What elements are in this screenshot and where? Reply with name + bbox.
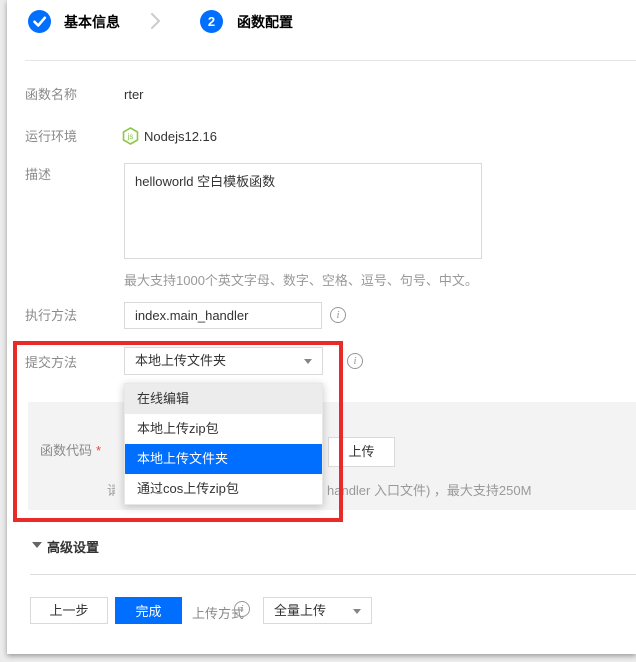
upload-mode-select[interactable]: 全量上传 bbox=[263, 597, 372, 624]
step1-label[interactable]: 基本信息 bbox=[64, 14, 120, 30]
upload-button[interactable]: 上传 bbox=[328, 437, 395, 467]
menu-item-online-edit[interactable]: 在线编辑 bbox=[125, 384, 322, 414]
nodejs-icon: js bbox=[122, 127, 139, 145]
function-name-label: 函数名称 bbox=[25, 87, 77, 102]
header-divider bbox=[25, 60, 636, 61]
footer-divider bbox=[30, 574, 636, 575]
description-textarea[interactable]: helloworld 空白模板函数 bbox=[124, 163, 482, 259]
chevron-down-icon bbox=[304, 359, 312, 364]
submit-method-label: 提交方法 bbox=[25, 355, 77, 370]
submit-method-dropdown-menu: 在线编辑 本地上传zip包 本地上传文件夹 通过cos上传zip包 bbox=[124, 383, 323, 505]
required-mark: * bbox=[96, 443, 101, 458]
upload-mode-info-icon[interactable]: i bbox=[234, 601, 250, 617]
code-hint-right-fragment: handler 入口文件) ，最大支持250M bbox=[327, 480, 531, 499]
chevron-down-icon bbox=[353, 609, 361, 614]
function-code-label: 函数代码* bbox=[40, 443, 101, 458]
step2-number-badge: 2 bbox=[200, 10, 223, 33]
handler-info-icon[interactable]: i bbox=[330, 307, 346, 323]
step2-label: 函数配置 bbox=[237, 14, 293, 30]
handler-label: 执行方法 bbox=[25, 308, 77, 323]
submit-method-value: 本地上传文件夹 bbox=[125, 348, 322, 374]
menu-item-upload-zip[interactable]: 本地上传zip包 bbox=[125, 414, 322, 444]
code-hint-left-fragment: 请 bbox=[107, 480, 115, 499]
menu-item-cos-zip[interactable]: 通过cos上传zip包 bbox=[125, 474, 322, 504]
function-name-value: rter bbox=[124, 87, 144, 102]
menu-item-upload-folder[interactable]: 本地上传文件夹 bbox=[125, 444, 322, 474]
description-hint: 最大支持1000个英文字母、数字、空格、逗号、句号、中文。 bbox=[124, 270, 478, 289]
description-label: 描述 bbox=[25, 167, 51, 182]
runtime-value: Nodejs12.16 bbox=[144, 129, 217, 144]
finish-button[interactable]: 完成 bbox=[115, 597, 182, 624]
svg-text:js: js bbox=[127, 132, 134, 141]
triangle-down-icon bbox=[32, 542, 42, 548]
prev-step-button[interactable]: 上一步 bbox=[30, 597, 108, 624]
step1-done-indicator[interactable] bbox=[28, 10, 51, 33]
runtime-label: 运行环境 bbox=[25, 129, 77, 144]
handler-input[interactable]: index.main_handler bbox=[124, 302, 322, 329]
advanced-settings-toggle[interactable]: 高级设置 bbox=[47, 537, 99, 556]
submit-method-info-icon[interactable]: i bbox=[347, 353, 363, 369]
check-icon bbox=[28, 10, 51, 33]
submit-method-select[interactable]: 本地上传文件夹 bbox=[124, 347, 323, 375]
chevron-right-icon bbox=[150, 12, 161, 30]
